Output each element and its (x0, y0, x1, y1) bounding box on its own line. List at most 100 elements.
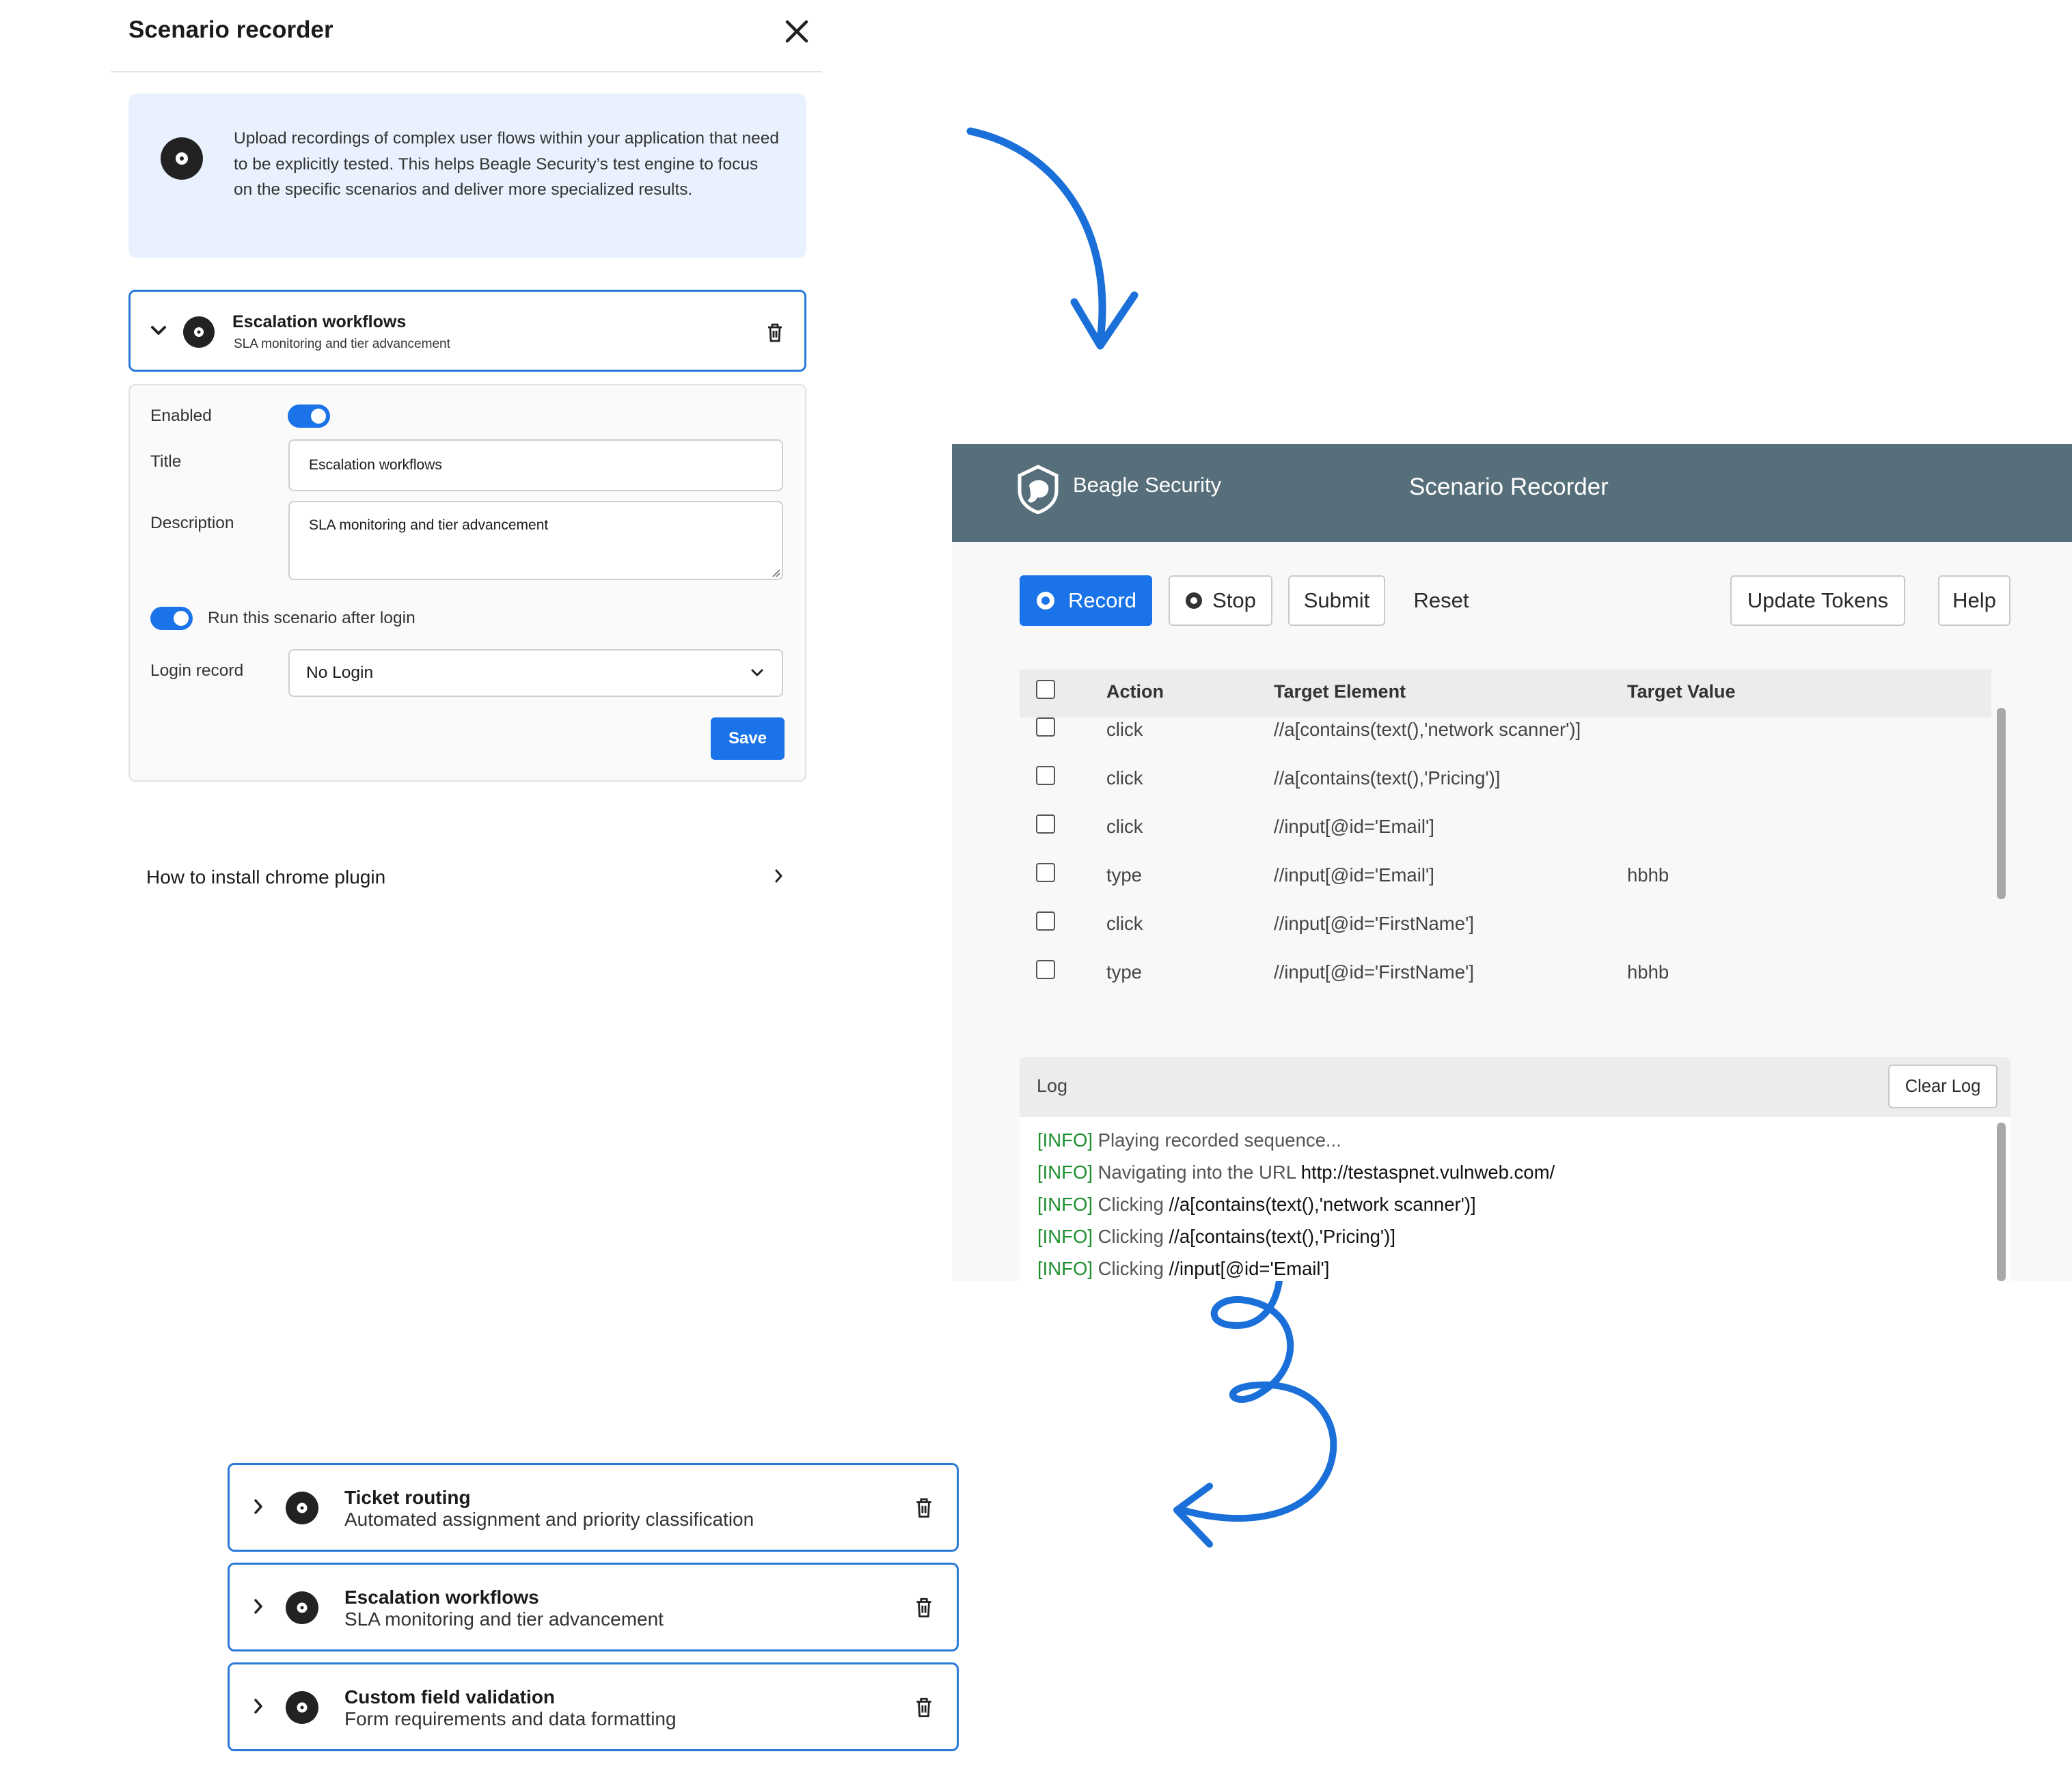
row-target-element: //input[@id='Email'] (1274, 816, 1434, 837)
help-button[interactable]: Help (1938, 575, 2010, 626)
row-target-value: hbhb (1627, 961, 1669, 983)
description-textarea[interactable]: SLA monitoring and tier advancement (288, 501, 783, 580)
trash-icon[interactable] (914, 1697, 933, 1718)
row-action: click (1106, 816, 1143, 837)
row-checkbox[interactable] (1036, 766, 1055, 785)
info-text: Upload recordings of complex user flows … (234, 129, 780, 199)
row-checkbox[interactable] (1036, 717, 1055, 737)
close-button[interactable] (779, 14, 815, 49)
log-tag: [INFO] (1037, 1194, 1093, 1215)
run-after-login-label: Run this scenario after login (208, 609, 415, 627)
scenario-card[interactable]: Custom field validation Form requirements… (228, 1662, 959, 1751)
column-header-action: Action (1106, 681, 1164, 702)
log-tag: [INFO] (1037, 1258, 1093, 1279)
row-target-value: hbhb (1627, 864, 1669, 886)
title-input[interactable]: Escalation workflows (288, 439, 783, 491)
log-label: Log (1037, 1075, 1068, 1096)
disc-icon (161, 137, 203, 180)
brand-name: Beagle Security (1073, 473, 1222, 497)
scenario-subtitle: Form requirements and data formatting (344, 1708, 677, 1729)
select-all-checkbox[interactable] (1036, 680, 1055, 699)
reset-button[interactable]: Reset (1401, 575, 1482, 626)
disc-icon (286, 1691, 318, 1724)
scenario-subtitle: SLA monitoring and tier advancement (344, 1608, 664, 1630)
row-checkbox[interactable] (1036, 911, 1055, 931)
chevron-right-icon[interactable] (253, 1597, 264, 1615)
disc-icon (183, 316, 215, 348)
divider (111, 71, 821, 72)
log-tag: [INFO] (1037, 1226, 1093, 1247)
chevron-down-icon[interactable] (150, 325, 167, 337)
log-text: Clicking (1098, 1226, 1164, 1247)
scenario-title: Ticket routing (344, 1487, 471, 1508)
row-target-element: //input[@id='Email'] (1274, 864, 1434, 886)
disc-icon (286, 1492, 318, 1524)
chrome-plugin-link[interactable]: How to install chrome plugin (146, 866, 385, 888)
beagle-logo-icon (1018, 465, 1059, 514)
stop-icon (1186, 592, 1203, 609)
row-target-element: //a[contains(text(),'Pricing')] (1274, 767, 1501, 788)
run-after-login-toggle[interactable] (150, 607, 193, 630)
row-action: type (1106, 961, 1142, 983)
log-value: //a[contains(text(),'network scanner')] (1169, 1194, 1476, 1215)
row-checkbox[interactable] (1036, 863, 1055, 882)
log-scrollbar[interactable] (1997, 1123, 2006, 1281)
scenario-title: Custom field validation (344, 1686, 556, 1708)
enabled-label: Enabled (150, 407, 212, 425)
log-header (1020, 1057, 2010, 1117)
recorder-title: Scenario Recorder (1409, 474, 1609, 500)
scenario-title: Escalation workflows (232, 312, 407, 331)
column-header-target-element: Target Element (1274, 681, 1406, 702)
row-checkbox[interactable] (1036, 814, 1055, 834)
chevron-right-icon[interactable] (253, 1498, 264, 1516)
close-icon (785, 20, 808, 43)
trash-icon[interactable] (914, 1597, 933, 1619)
table-scrollbar[interactable] (1997, 708, 2006, 899)
log-line: [INFO] Clicking //input[@id='Email'] (1037, 1258, 1329, 1280)
scenario-card-expanded[interactable]: Escalation workflows SLA monitoring and … (128, 290, 806, 372)
scenario-card[interactable]: Escalation workflows SLA monitoring and t… (228, 1563, 959, 1651)
log-text: Navigating into the URL (1098, 1162, 1296, 1183)
log-tag: [INFO] (1037, 1129, 1093, 1151)
stop-button[interactable]: Stop (1169, 575, 1272, 626)
trash-icon[interactable] (766, 323, 784, 343)
drawer-title: Scenario recorder (128, 16, 333, 43)
row-target-element: //a[contains(text(),'network scanner')] (1274, 719, 1581, 740)
log-lines: [INFO] Playing recorded sequence... [INF… (1020, 1117, 1990, 1281)
arrow-down-icon (966, 127, 1139, 350)
row-action: click (1106, 913, 1143, 934)
column-header-target-value: Target Value (1627, 681, 1736, 702)
record-label: Record (1068, 588, 1136, 612)
login-record-label: Login record (150, 661, 244, 680)
log-value: //input[@id='Email'] (1169, 1258, 1330, 1279)
resize-handle-icon[interactable] (771, 568, 780, 577)
chevron-right-icon[interactable] (774, 868, 785, 884)
trash-icon[interactable] (914, 1497, 933, 1519)
record-button[interactable]: Record (1020, 575, 1152, 626)
log-value: //a[contains(text(),'Pricing')] (1169, 1226, 1395, 1247)
chevron-down-icon[interactable] (750, 668, 764, 678)
table-header (1020, 670, 1991, 717)
row-target-element: //input[@id='FirstName'] (1274, 961, 1474, 983)
log-line: [INFO] Playing recorded sequence... (1037, 1129, 1341, 1151)
submit-button[interactable]: Submit (1288, 575, 1385, 626)
login-record-value: No Login (306, 663, 374, 682)
update-tokens-button[interactable]: Update Tokens (1730, 575, 1905, 626)
chevron-right-icon[interactable] (253, 1697, 264, 1715)
disc-icon (286, 1591, 318, 1624)
login-record-select[interactable]: No Login (288, 649, 783, 697)
log-text: Clicking (1098, 1258, 1164, 1279)
row-action: click (1106, 719, 1143, 740)
save-button[interactable]: Save (711, 717, 785, 760)
row-target-element: //input[@id='FirstName'] (1274, 913, 1474, 934)
row-checkbox[interactable] (1036, 960, 1055, 979)
scenario-subtitle: SLA monitoring and tier advancement (234, 337, 450, 351)
enabled-toggle[interactable] (288, 404, 330, 428)
scenario-card[interactable]: Ticket routing Automated assignment and p… (228, 1463, 959, 1552)
log-text: Playing recorded sequence... (1098, 1129, 1341, 1151)
title-label: Title (150, 452, 182, 471)
log-value: http://testaspnet.vulnweb.com/ (1300, 1162, 1555, 1183)
clear-log-button[interactable]: Clear Log (1888, 1065, 1998, 1108)
scenario-title: Escalation workflows (344, 1587, 539, 1608)
log-line: [INFO] Clicking //a[contains(text(),'net… (1037, 1194, 1476, 1216)
